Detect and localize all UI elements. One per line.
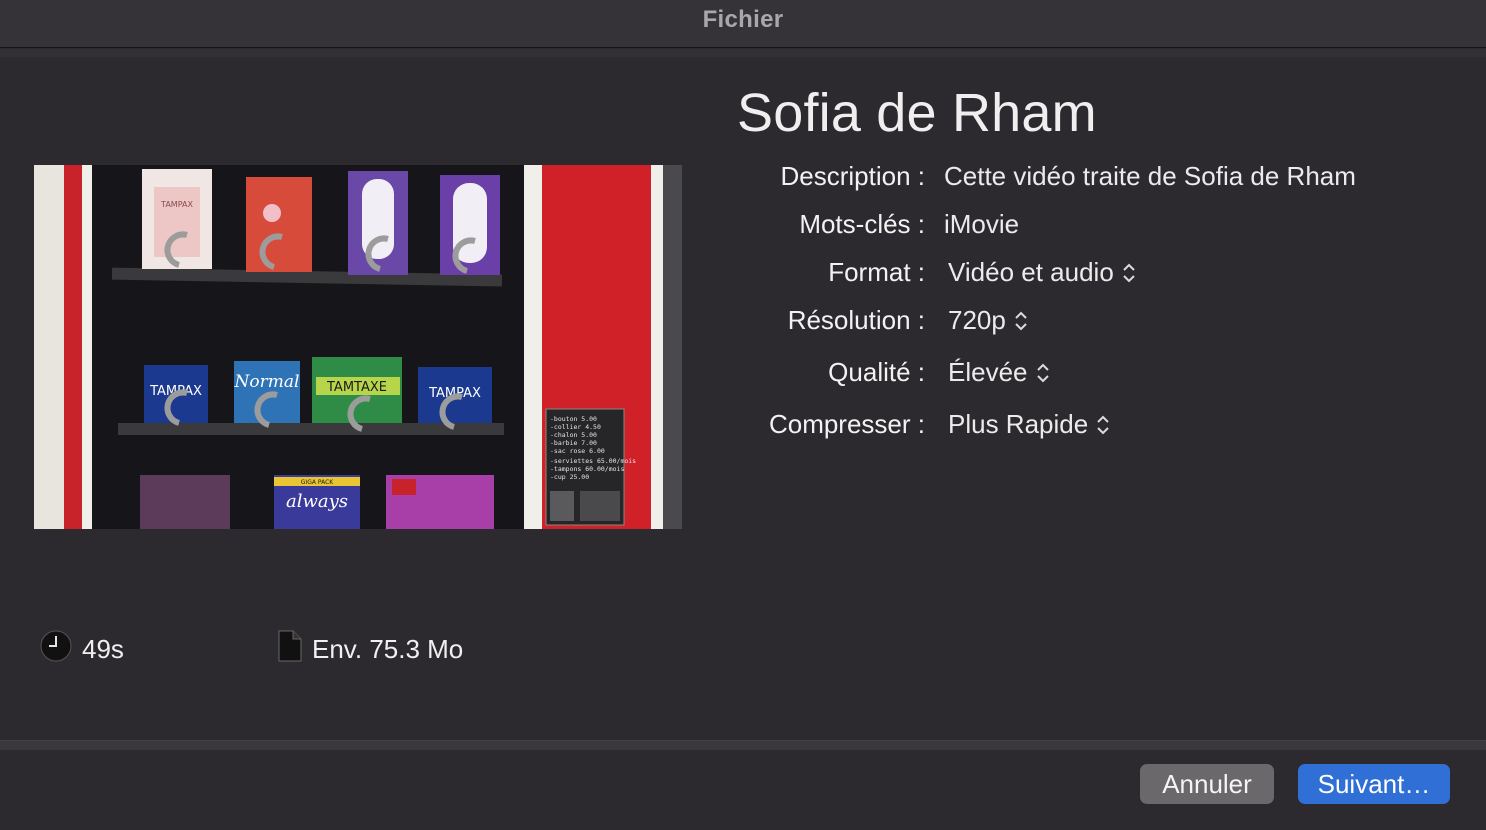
- compress-label: Compresser :: [768, 409, 925, 439]
- title-bar-separator: [0, 49, 1486, 57]
- price-line: -cup 25.00: [550, 473, 589, 481]
- compress-value: Plus Rapide: [948, 409, 1089, 439]
- format-label: Format :: [828, 257, 925, 287]
- format-row: Format : Vidéo et audio: [700, 257, 1460, 291]
- size-info: Env. 75.3 Mo: [278, 630, 463, 669]
- chevron-updown-icon: [1097, 415, 1109, 434]
- format-popup[interactable]: Vidéo et audio: [948, 257, 1136, 288]
- price-line: -sac rose 6.00: [550, 447, 605, 455]
- thumb-label-gigapack: GIGA PACK: [301, 479, 335, 486]
- footer-separator: [0, 740, 1486, 750]
- next-button[interactable]: Suivant…: [1298, 764, 1450, 804]
- size-value: Env. 75.3 Mo: [312, 634, 464, 664]
- price-line: -bouton 5.00: [550, 415, 597, 423]
- price-line: -collier 4.50: [550, 423, 601, 431]
- resolution-popup[interactable]: 720p: [948, 305, 1028, 336]
- cancel-button[interactable]: Annuler: [1140, 764, 1274, 804]
- keywords-row: Mots-clés : iMovie: [700, 209, 1460, 243]
- chevron-updown-icon: [1015, 311, 1027, 330]
- price-line: -serviettes 65.00/mois: [550, 457, 636, 465]
- quality-popup[interactable]: Élevée: [948, 357, 1050, 388]
- thumb-label-tampax1: TAMPAX: [160, 200, 193, 209]
- thumb-label-tamtaxe: TAMTAXE: [326, 380, 387, 395]
- description-label: Description :: [780, 161, 926, 191]
- resolution-label: Résolution :: [787, 305, 925, 335]
- compress-row: Compresser : Plus Rapide: [700, 409, 1460, 443]
- description-field[interactable]: Cette vidéo traite de Sofia de Rham: [944, 161, 1356, 192]
- thumb-label-always: always: [286, 491, 348, 512]
- thumbnail-image: TAMPAX TAMPAX Normal TAMTAXE TAMPAX GIGA…: [34, 165, 682, 529]
- resolution-row: Résolution : 720p: [700, 305, 1460, 339]
- quality-label: Qualité :: [828, 357, 925, 387]
- description-row: Description : Cette vidéo traite de Sofi…: [700, 161, 1460, 195]
- video-thumbnail: TAMPAX TAMPAX Normal TAMTAXE TAMPAX GIGA…: [34, 165, 682, 529]
- document-icon: [278, 630, 302, 669]
- quality-row: Qualité : Élevée: [700, 357, 1460, 391]
- price-line: -chalon 5.00: [550, 431, 597, 439]
- title-bar: Fichier: [0, 0, 1486, 48]
- quality-value: Élevée: [948, 357, 1028, 387]
- chevron-updown-icon: [1036, 363, 1049, 382]
- duration-info: 49s: [40, 630, 124, 669]
- compress-popup[interactable]: Plus Rapide: [948, 409, 1110, 440]
- project-title: Sofia de Rham: [737, 83, 1097, 143]
- thumb-label-normal1: Normal: [234, 372, 300, 392]
- price-line: -tampons 60.00/mois: [550, 465, 624, 473]
- keywords-field[interactable]: iMovie: [944, 209, 1019, 240]
- duration-value: 49s: [82, 634, 124, 664]
- window-title: Fichier: [702, 6, 784, 33]
- chevron-updown-icon: [1123, 263, 1135, 282]
- price-line: -barbie 7.00: [550, 439, 597, 447]
- resolution-value: 720p: [948, 305, 1006, 335]
- format-value: Vidéo et audio: [948, 257, 1114, 287]
- clock-icon: [40, 630, 72, 669]
- keywords-label: Mots-clés :: [799, 209, 925, 239]
